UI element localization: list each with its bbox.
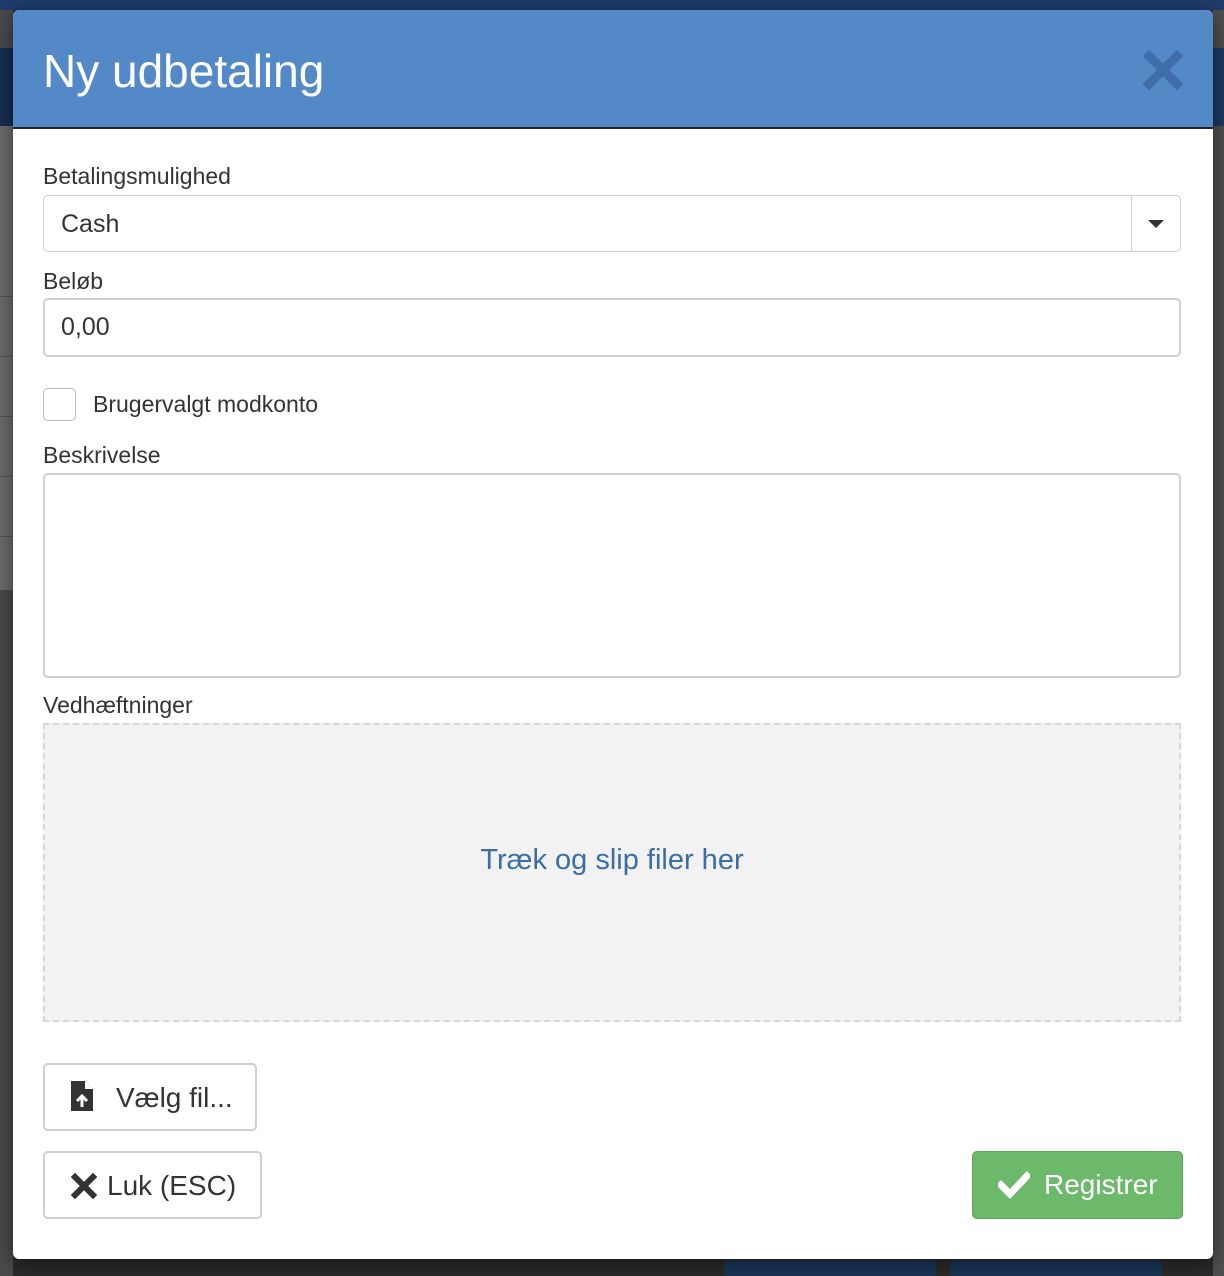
background-row-divider <box>0 356 13 357</box>
payment-option-value: Cash <box>61 210 120 238</box>
attachments-dropzone[interactable]: Træk og slip filer her <box>43 723 1181 1022</box>
dropzone-text: Træk og slip filer her <box>480 844 744 876</box>
choose-file-button[interactable]: Vælg fil... <box>43 1063 257 1131</box>
background-row-divider <box>0 476 13 477</box>
background-left-table <box>0 126 13 590</box>
background-row-divider <box>0 296 13 297</box>
background-row-divider <box>0 416 13 417</box>
background-right-header <box>1213 48 1224 126</box>
description-textarea[interactable] <box>43 473 1181 678</box>
modal-header: Ny udbetaling <box>13 10 1213 129</box>
choose-file-label: Vælg fil... <box>116 1082 233 1113</box>
custom-account-label[interactable]: Brugervalgt modkonto <box>93 390 318 418</box>
times-icon <box>70 1172 98 1204</box>
close-button-label: Luk (ESC) <box>107 1170 237 1201</box>
background-button <box>950 1260 1162 1276</box>
chevron-down-icon[interactable] <box>1148 220 1164 228</box>
background-right-panel <box>1213 10 1224 1276</box>
payout-modal: Ny udbetaling Betalingsmulighed Cash Bel… <box>13 10 1213 1259</box>
check-icon <box>996 1171 1032 1204</box>
amount-input[interactable] <box>43 298 1181 357</box>
background-left-header <box>0 48 13 126</box>
modal-title: Ny udbetaling <box>43 45 325 97</box>
register-button-label: Registrer <box>1044 1169 1158 1200</box>
description-label: Beskrivelse <box>43 442 161 468</box>
background-row-divider <box>0 536 13 537</box>
background-button <box>724 1260 936 1276</box>
select-divider <box>1131 196 1132 251</box>
close-icon[interactable] <box>1142 49 1184 91</box>
amount-label: Beløb <box>43 268 104 294</box>
custom-account-checkbox[interactable] <box>43 388 76 421</box>
file-upload-icon <box>69 1080 95 1117</box>
close-button[interactable]: Luk (ESC) <box>43 1151 262 1219</box>
payment-option-label: Betalingsmulighed <box>43 163 231 189</box>
payment-option-select[interactable]: Cash <box>43 195 1181 252</box>
attachments-label: Vedhæftninger <box>43 692 193 718</box>
background-topbar <box>0 0 1224 10</box>
register-button[interactable]: Registrer <box>972 1151 1183 1219</box>
